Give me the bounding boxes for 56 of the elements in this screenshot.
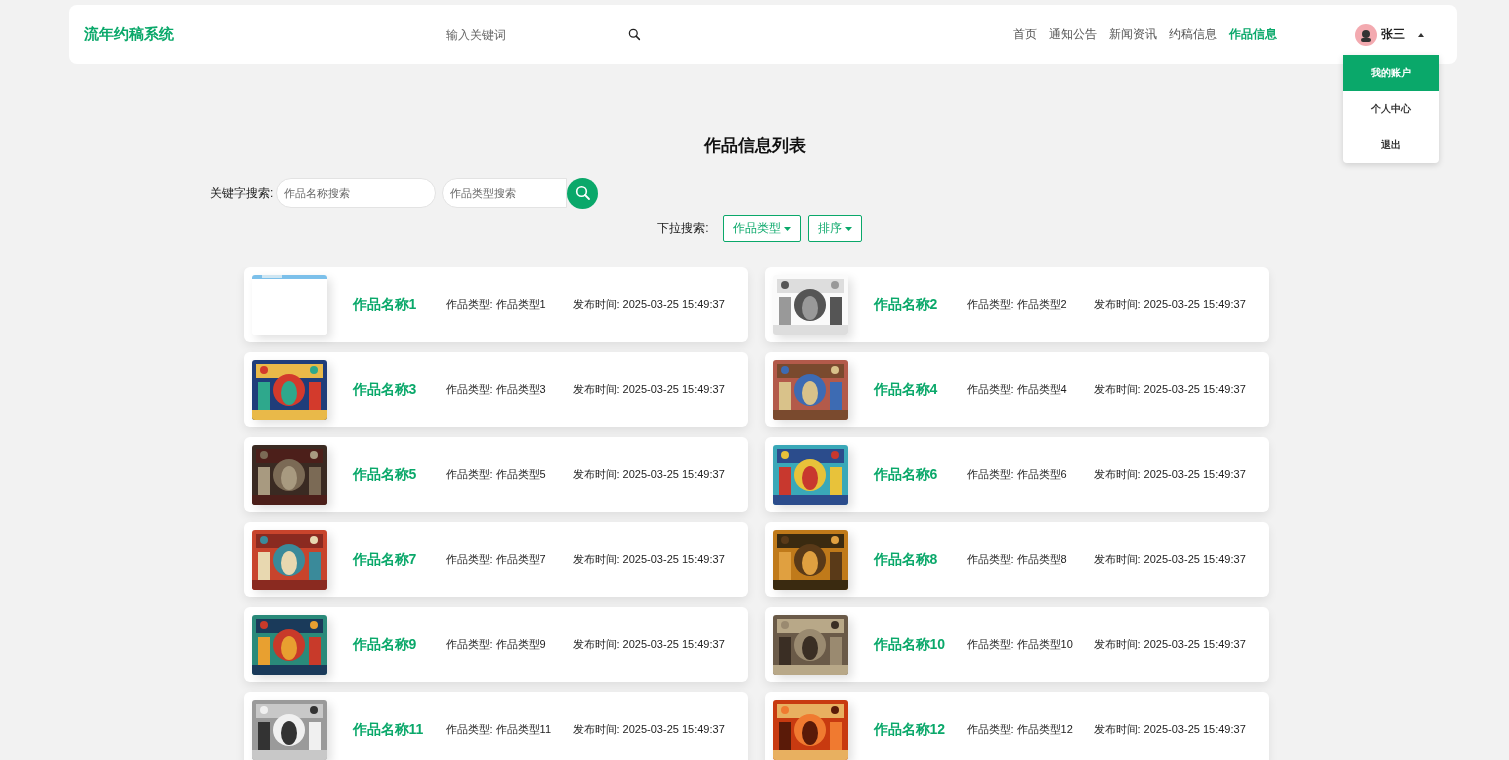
publish-time: 发布时间: 2025-03-25 15:49:37 bbox=[1093, 552, 1246, 567]
work-card[interactable]: 作品名称11 作品类型: 作品类型11 发布时间: 2025-03-25 15:49:37 bbox=[243, 692, 748, 760]
publish-time: 发布时间: 2025-03-25 15:49:37 bbox=[1093, 467, 1246, 482]
search-icon[interactable] bbox=[628, 28, 641, 41]
work-type: 作品类型: 作品类型1 bbox=[445, 297, 547, 312]
dropdown-search-label: 下拉搜索: bbox=[657, 220, 709, 237]
nav-link[interactable]: 通知公告 bbox=[1049, 26, 1097, 43]
search-button[interactable] bbox=[567, 178, 599, 209]
work-type: 作品类型: 作品类型9 bbox=[445, 637, 547, 652]
work-card[interactable]: 作品名称8 作品类型: 作品类型8 发布时间: 2025-03-25 15:49:37 bbox=[764, 522, 1269, 597]
work-card[interactable]: 作品名称5 作品类型: 作品类型5 发布时间: 2025-03-25 15:49:37 bbox=[243, 437, 748, 512]
work-card[interactable]: 作品名称12 作品类型: 作品类型12 发布时间: 2025-03-25 15:49:37 bbox=[764, 692, 1269, 760]
publish-time: 发布时间: 2025-03-25 15:49:37 bbox=[572, 467, 725, 482]
keyword-search-label: 关键字搜索: bbox=[210, 184, 274, 202]
nav-link[interactable]: 首页 bbox=[1013, 26, 1037, 43]
name-search-field[interactable]: 作品名称搜索 bbox=[276, 178, 437, 208]
work-card[interactable]: 作品名称9 作品类型: 作品类型9 发布时间: 2025-03-25 15:49:37 bbox=[243, 607, 748, 682]
work-card[interactable]: 作品名称1 作品类型: 作品类型1 发布时间: 2025-03-25 15:49:37 bbox=[243, 267, 748, 342]
work-type: 作品类型: 作品类型10 bbox=[966, 637, 1074, 652]
work-type: 作品类型: 作品类型5 bbox=[445, 467, 547, 482]
publish-time: 发布时间: 2025-03-25 15:49:37 bbox=[1093, 637, 1246, 652]
page-title: 作品信息列表 bbox=[703, 135, 806, 157]
publish-time: 发布时间: 2025-03-25 15:49:37 bbox=[1093, 382, 1246, 397]
menu-item[interactable]: 退出 bbox=[1343, 127, 1439, 163]
work-type: 作品类型: 作品类型8 bbox=[966, 552, 1068, 567]
work-card[interactable]: 作品名称2 作品类型: 作品类型2 发布时间: 2025-03-25 15:49:37 bbox=[764, 267, 1269, 342]
publish-time: 发布时间: 2025-03-25 15:49:37 bbox=[572, 637, 725, 652]
nav-link[interactable]: 约稿信息 bbox=[1169, 26, 1217, 43]
publish-time: 发布时间: 2025-03-25 15:49:37 bbox=[1093, 297, 1246, 312]
work-card[interactable]: 作品名称10 作品类型: 作品类型10 发布时间: 2025-03-25 15:49:37 bbox=[764, 607, 1269, 682]
publish-time: 发布时间: 2025-03-25 15:49:37 bbox=[572, 552, 725, 567]
work-type: 作品类型: 作品类型4 bbox=[966, 382, 1068, 397]
caret-icon bbox=[783, 226, 791, 231]
work-card[interactable]: 作品名称3 作品类型: 作品类型3 发布时间: 2025-03-25 15:49:37 bbox=[243, 352, 748, 427]
publish-time: 发布时间: 2025-03-25 15:49:37 bbox=[1093, 722, 1246, 737]
menu-item[interactable]: 个人中心 bbox=[1343, 91, 1439, 127]
nav-link[interactable]: 新闻资讯 bbox=[1109, 26, 1157, 43]
search-icon bbox=[574, 185, 591, 201]
publish-time: 发布时间: 2025-03-25 15:49:37 bbox=[572, 382, 725, 397]
work-card[interactable]: 作品名称7 作品类型: 作品类型7 发布时间: 2025-03-25 15:49:37 bbox=[243, 522, 748, 597]
publish-time: 发布时间: 2025-03-25 15:49:37 bbox=[572, 722, 725, 737]
work-card[interactable]: 作品名称6 作品类型: 作品类型6 发布时间: 2025-03-25 15:49:37 bbox=[764, 437, 1269, 512]
work-type: 作品类型: 作品类型7 bbox=[445, 552, 547, 567]
work-card[interactable]: 作品名称4 作品类型: 作品类型4 发布时间: 2025-03-25 15:49:37 bbox=[764, 352, 1269, 427]
work-type: 作品类型: 作品类型3 bbox=[445, 382, 547, 397]
work-type: 作品类型: 作品类型6 bbox=[966, 467, 1068, 482]
type-search-field[interactable]: 作品类型搜索 bbox=[442, 178, 568, 208]
caret-icon[interactable] bbox=[1417, 31, 1425, 38]
caret-icon bbox=[844, 226, 852, 231]
work-type: 作品类型: 作品类型12 bbox=[966, 722, 1074, 737]
work-type: 作品类型: 作品类型11 bbox=[445, 722, 553, 737]
search-field[interactable]: 输入关键词 bbox=[446, 25, 596, 44]
user-name[interactable]: 张三 bbox=[1381, 26, 1405, 43]
work-type: 作品类型: 作品类型2 bbox=[966, 297, 1068, 312]
avatar-icon[interactable] bbox=[1355, 23, 1377, 46]
publish-time: 发布时间: 2025-03-25 15:49:37 bbox=[572, 297, 725, 312]
